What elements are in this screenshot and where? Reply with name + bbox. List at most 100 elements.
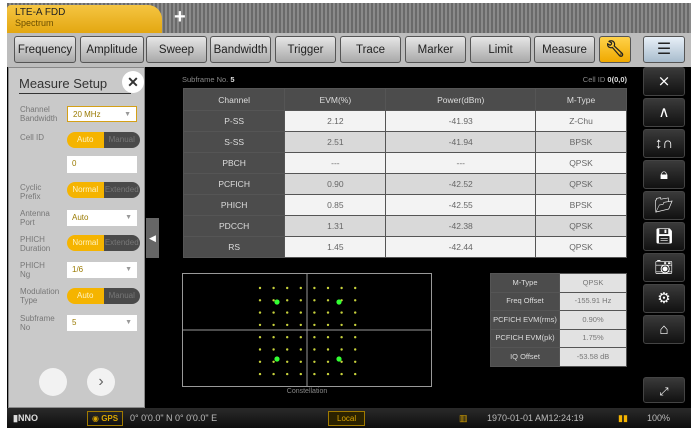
- toggle-manual[interactable]: Manual: [103, 288, 140, 304]
- constellation-point: [340, 348, 343, 351]
- phich-duration-toggle[interactable]: Normal Extended: [67, 235, 140, 251]
- antenna-port-select[interactable]: Auto ▼: [67, 210, 137, 226]
- constellation-point: [272, 286, 275, 290]
- constellation-point: [272, 299, 275, 302]
- constellation-point: [326, 348, 330, 351]
- peak-search-icon[interactable]: ∧: [643, 98, 685, 127]
- marker-peak-icon[interactable]: ⨯: [643, 67, 685, 96]
- previous-page-button[interactable]: [39, 368, 67, 396]
- table-cell: -42.52: [385, 173, 536, 195]
- table-cell: QPSK: [535, 152, 627, 174]
- frequency-button[interactable]: Frequency: [14, 36, 76, 63]
- trace-button[interactable]: Trace: [340, 36, 401, 63]
- modulation-type-toggle[interactable]: Auto Manual: [67, 288, 140, 304]
- sweep-button[interactable]: Sweep: [146, 36, 207, 63]
- limit-button[interactable]: Limit: [470, 36, 531, 63]
- menu-icon[interactable]: ☰: [643, 36, 685, 63]
- span-signal-icon[interactable]: ↕∩: [643, 129, 685, 158]
- summary-row: Freq Offset -155.91 Hz: [490, 291, 627, 311]
- constellation-point: [354, 336, 357, 339]
- table-cell: -42.55: [385, 194, 536, 216]
- wrench-icon[interactable]: 🔧︎: [599, 36, 631, 63]
- constellation-point: [354, 348, 357, 351]
- constellation-point: [272, 336, 275, 339]
- constellation-point: [340, 372, 343, 376]
- summary-value: 1.75%: [559, 328, 627, 348]
- next-page-button[interactable]: ›: [87, 368, 115, 396]
- constellation-point: [340, 336, 343, 339]
- table-cell: PHICH: [182, 194, 286, 216]
- constellation-point: [326, 286, 330, 290]
- channel-bandwidth-select[interactable]: 20 MHz ▼: [67, 106, 137, 122]
- toggle-auto[interactable]: Auto: [67, 288, 104, 304]
- cell-id-toggle[interactable]: Auto Manual: [67, 132, 140, 148]
- toggle-extended[interactable]: Extended: [103, 235, 140, 251]
- constellation-point: [326, 372, 330, 376]
- table-cell: 2.51: [284, 131, 387, 153]
- constellation-point: [299, 311, 302, 314]
- constellation-point: [299, 348, 302, 351]
- channel-table: Channel EVM(%) Power(dBm) M-Type P-SS 2.1…: [182, 88, 627, 258]
- gps-coordinates: 0° 0'0.0" N 0° 0'0.0" E: [130, 413, 218, 423]
- table-cell: -42.44: [385, 236, 536, 258]
- constellation-point: [313, 336, 316, 339]
- table-row: PDCCH 1.31 -42.38 QPSK: [182, 215, 627, 237]
- amplitude-button[interactable]: Amplitude: [80, 36, 144, 63]
- collapse-panel-handle[interactable]: ◀: [146, 218, 159, 258]
- battery-level: 100%: [647, 413, 671, 423]
- table-row: RS 1.45 -42.44 QPSK: [182, 236, 627, 258]
- qpsk-symbol-point: [274, 356, 280, 362]
- summary-value: -53.58 dB: [559, 347, 627, 367]
- constellation-point: [340, 286, 343, 290]
- analyzer-screen: LTE-A FDD Spectrum + Frequency Amplitude…: [7, 3, 691, 428]
- subframe-no-value: 5: [72, 318, 77, 327]
- summary-label: PCFICH EVM(rms): [490, 310, 560, 330]
- toggle-normal[interactable]: Normal: [67, 235, 104, 251]
- trigger-button[interactable]: Trigger: [275, 36, 336, 63]
- constellation-point: [286, 286, 289, 290]
- table-row: P-SS 2.12 -41.93 Z-Chu: [182, 110, 627, 132]
- subframe-no-select[interactable]: 5 ▼: [67, 315, 137, 331]
- cell-id-label: Cell ID: [20, 133, 45, 142]
- cyclic-prefix-toggle[interactable]: Normal Extended: [67, 182, 140, 198]
- fullscreen-icon[interactable]: ⤢: [643, 377, 685, 403]
- constellation-svg: [183, 274, 431, 386]
- cell-id-input[interactable]: 0: [67, 156, 137, 173]
- table-row: PHICH 0.85 -42.55 BPSK: [182, 194, 627, 216]
- channel-bandwidth-value: 20 MHz: [73, 110, 101, 119]
- phich-ng-select[interactable]: 1/6 ▼: [67, 262, 137, 278]
- table-cell: BPSK: [535, 194, 627, 216]
- camera-icon[interactable]: 📷︎: [643, 253, 685, 282]
- toggle-extended[interactable]: Extended: [103, 182, 140, 198]
- measure-button[interactable]: Measure: [534, 36, 595, 63]
- chevron-down-icon: ▼: [125, 214, 132, 221]
- constellation-point: [313, 299, 316, 302]
- close-icon[interactable]: ✕: [122, 71, 144, 93]
- constellation-point: [286, 336, 289, 339]
- constellation-point: [340, 323, 343, 327]
- constellation-point: [313, 348, 316, 351]
- cell-id-value: 0(0,0): [607, 75, 627, 84]
- constellation-point: [286, 360, 289, 363]
- antenna-port-label: Antenna Port: [20, 209, 50, 227]
- cyclic-prefix-label: Cyclic Prefix: [20, 183, 42, 201]
- cell-id-label: Cell ID: [582, 75, 606, 84]
- gps-indicator[interactable]: ◉ GPS: [87, 411, 124, 426]
- save-icon[interactable]: 💾︎: [643, 222, 685, 251]
- gear-icon[interactable]: ⚙: [643, 284, 685, 313]
- subframe-no-label: Subframe No: [20, 314, 55, 332]
- marker-button[interactable]: Marker: [405, 36, 466, 63]
- lock-icon[interactable]: 🔒︎: [643, 160, 685, 189]
- toggle-manual[interactable]: Manual: [103, 132, 140, 148]
- constellation-point: [326, 311, 330, 314]
- toggle-auto[interactable]: Auto: [67, 132, 104, 148]
- folder-icon[interactable]: 📂︎: [643, 191, 685, 220]
- add-tab-button[interactable]: +: [174, 6, 186, 29]
- bandwidth-button[interactable]: Bandwidth: [210, 36, 271, 63]
- local-mode-badge[interactable]: Local: [328, 411, 366, 426]
- constellation-point: [258, 336, 262, 339]
- toggle-normal[interactable]: Normal: [67, 182, 104, 198]
- tab-lte-a-fdd[interactable]: LTE-A FDD Spectrum: [7, 5, 162, 33]
- home-icon[interactable]: ⌂: [643, 315, 685, 344]
- constellation-point: [313, 323, 316, 327]
